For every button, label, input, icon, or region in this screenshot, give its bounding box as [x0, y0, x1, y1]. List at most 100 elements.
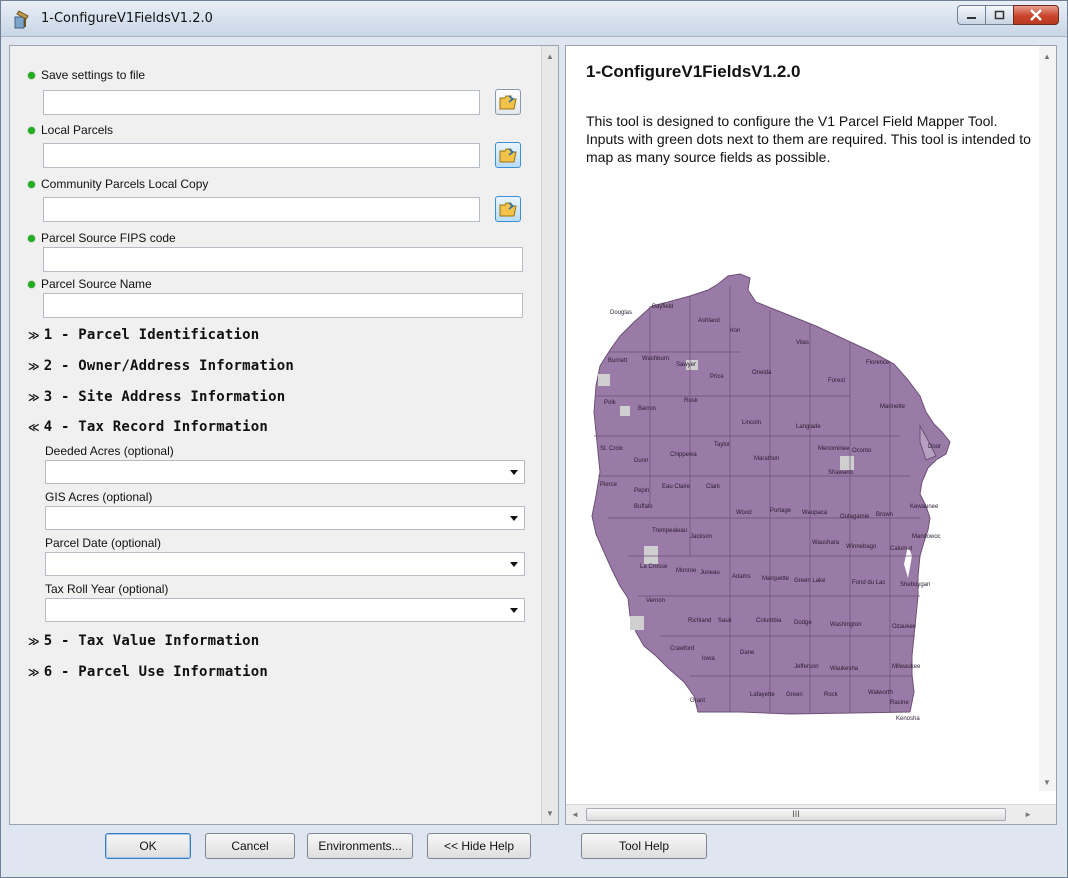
county-label: Eau Claire	[662, 484, 691, 490]
parcel-date-select[interactable]	[45, 552, 525, 576]
required-dot-icon	[28, 126, 35, 134]
no-data-tile	[644, 546, 658, 564]
county-label: Dodge	[794, 620, 812, 626]
save-settings-input[interactable]	[43, 90, 480, 115]
local-parcels-input[interactable]	[43, 143, 480, 168]
no-data-tile	[630, 616, 644, 630]
scroll-down-arrow-icon[interactable]: ▼	[1043, 778, 1051, 787]
county-label: Ozaukee	[892, 624, 917, 630]
community-parcels-browse-button[interactable]	[495, 196, 521, 222]
tax-roll-year-select[interactable]	[45, 598, 525, 622]
required-dot-icon	[28, 180, 35, 188]
county-label: Washington	[830, 622, 861, 628]
horizontal-scroll-thumb[interactable]: III	[586, 808, 1006, 821]
county-label: Sauk	[718, 618, 733, 624]
county-label: Buffalo	[634, 504, 653, 510]
county-label: Milwaukee	[892, 664, 921, 670]
environments-button[interactable]: Environments...	[307, 833, 413, 859]
scroll-right-arrow-icon[interactable]: ►	[1024, 810, 1032, 819]
scroll-down-arrow-icon[interactable]: ▼	[546, 809, 554, 818]
county-label: La Crosse	[640, 564, 668, 570]
minimize-button[interactable]	[957, 5, 985, 25]
dropdown-arrow-icon	[510, 516, 518, 521]
county-label: Dane	[740, 650, 755, 656]
county-label: Pierce	[600, 482, 618, 488]
county-label: Portage	[770, 508, 792, 514]
tool-help-button[interactable]: Tool Help	[581, 833, 707, 859]
source-name-label: Parcel Source Name	[28, 277, 152, 291]
local-parcels-browse-button[interactable]	[495, 142, 521, 168]
help-horizontal-scrollbar[interactable]: ◄ III ►	[566, 804, 1056, 824]
ok-button[interactable]: OK	[105, 833, 191, 859]
county-label: Forest	[828, 378, 845, 384]
parameters-scrollbar[interactable]: ▲ ▼	[541, 46, 558, 824]
wisconsin-county-map: Douglas Bayfield Ashland Iron Vilas Florence B…	[591, 273, 951, 722]
county-label: Vernon	[646, 598, 665, 604]
county-label: Lafayette	[750, 692, 775, 698]
county-label: Sheboygan	[900, 582, 930, 588]
section-tax-record[interactable]: ≪ 4 - Tax Record Information	[28, 419, 268, 435]
county-label: Marinette	[880, 404, 906, 410]
cancel-button[interactable]: Cancel	[205, 833, 295, 859]
open-folder-icon	[499, 95, 517, 110]
expand-chevron-icon: ≫	[28, 391, 40, 404]
dropdown-arrow-icon	[510, 562, 518, 567]
expand-chevron-icon: ≫	[28, 360, 40, 373]
county-label: Door	[928, 444, 941, 450]
county-label: Calumet	[890, 546, 913, 552]
county-label: Winnebago	[846, 544, 877, 550]
gis-acres-select[interactable]	[45, 506, 525, 530]
deeded-acres-select[interactable]	[45, 460, 525, 484]
county-label: Fond du Lac	[852, 580, 885, 586]
county-label: Polk	[604, 400, 617, 406]
section-site-address[interactable]: ≫ 3 - Site Address Information	[28, 389, 285, 405]
section-parcel-identification[interactable]: ≫ 1 - Parcel Identification	[28, 327, 259, 343]
title-bar[interactable]: 1-ConfigureV1FieldsV1.2.0	[1, 1, 1067, 37]
toolbox-hammer-icon	[14, 10, 29, 29]
county-label: Manitowoc	[912, 534, 941, 540]
county-label: Chippewa	[670, 452, 697, 458]
county-label: Marquette	[762, 576, 790, 582]
county-label: Dunn	[634, 458, 648, 464]
county-label: Barron	[638, 406, 656, 412]
fips-code-input[interactable]	[43, 247, 523, 272]
dropdown-arrow-icon	[510, 608, 518, 613]
county-label: Rusk	[684, 398, 699, 404]
collapse-chevron-icon: ≪	[28, 421, 40, 434]
county-label: Price	[710, 374, 724, 380]
window-title: 1-ConfigureV1FieldsV1.2.0	[41, 11, 213, 26]
tool-dialog-window: 1-ConfigureV1FieldsV1.2.0 Save settings …	[0, 0, 1068, 878]
scroll-up-arrow-icon[interactable]: ▲	[1043, 52, 1051, 61]
maximize-button[interactable]	[985, 5, 1013, 25]
county-label: Oneida	[752, 370, 772, 376]
source-name-input[interactable]	[43, 293, 523, 318]
county-label: Rock	[824, 692, 839, 698]
save-settings-browse-button[interactable]	[495, 89, 521, 115]
close-button[interactable]	[1013, 5, 1059, 25]
section-tax-value[interactable]: ≫ 5 - Tax Value Information	[28, 633, 259, 649]
parameters-pane: Save settings to file Local Parcels Comm…	[9, 45, 559, 825]
hide-help-button[interactable]: << Hide Help	[427, 833, 531, 859]
county-label: Oconto	[852, 448, 872, 454]
no-data-tile	[598, 374, 610, 386]
scroll-up-arrow-icon[interactable]: ▲	[546, 52, 554, 61]
required-dot-icon	[28, 71, 35, 79]
section-parcel-use[interactable]: ≫ 6 - Parcel Use Information	[28, 664, 268, 680]
county-label: Marathon	[754, 456, 779, 462]
county-label: Langlade	[796, 424, 821, 430]
county-label: Ashland	[698, 318, 720, 324]
section-owner-address[interactable]: ≫ 2 - Owner/Address Information	[28, 358, 294, 374]
local-parcels-label: Local Parcels	[28, 123, 113, 137]
community-parcels-input[interactable]	[43, 197, 480, 222]
close-icon	[1030, 9, 1042, 21]
tax-roll-year-label: Tax Roll Year (optional)	[45, 582, 169, 596]
window-controls	[957, 5, 1059, 27]
scroll-left-arrow-icon[interactable]: ◄	[571, 810, 579, 819]
county-label: Clark	[706, 484, 721, 490]
help-vertical-scrollbar[interactable]: ▲ ▼	[1039, 46, 1056, 791]
county-label: Grant	[690, 698, 705, 704]
county-label: Kenosha	[896, 716, 920, 722]
open-folder-icon	[499, 148, 517, 163]
dropdown-arrow-icon	[510, 470, 518, 475]
county-label: Washburn	[642, 356, 669, 362]
